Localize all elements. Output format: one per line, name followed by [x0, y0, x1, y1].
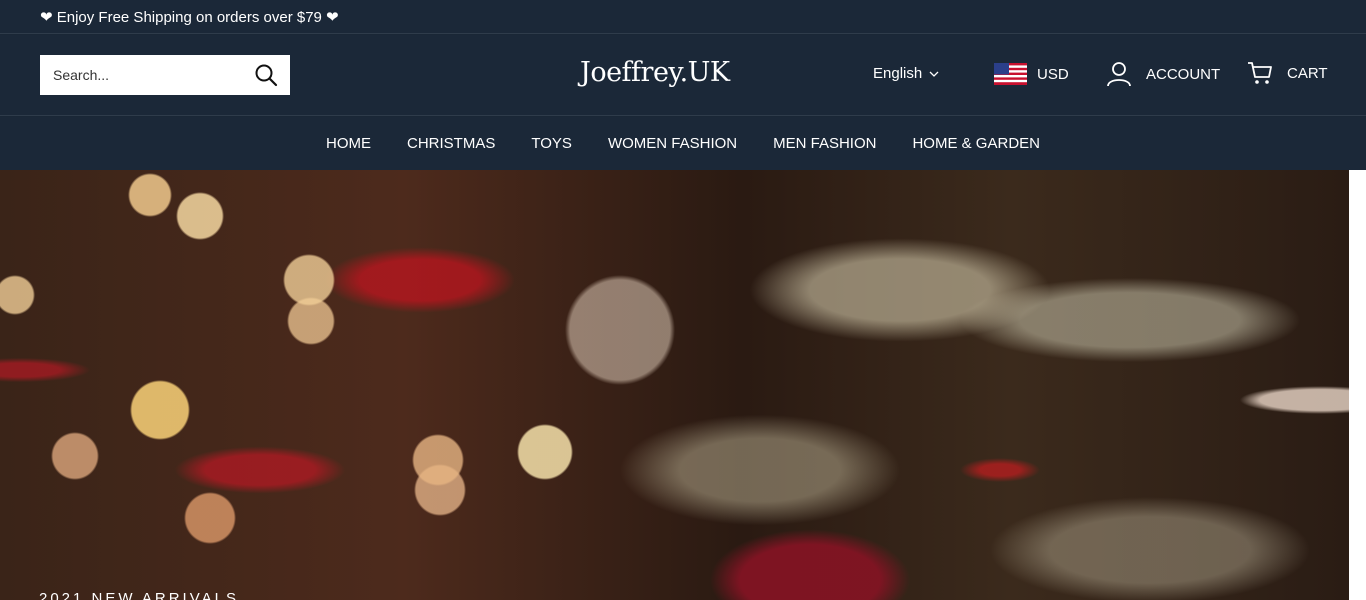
- account-label: ACCOUNT: [1146, 65, 1221, 83]
- main-nav: HOME CHRISTMAS TOYS WOMEN FASHION MEN FA…: [0, 117, 1366, 170]
- currency-label: USD: [1037, 65, 1069, 83]
- search-icon: [255, 64, 278, 87]
- announcement-bar: ❤ Enjoy Free Shipping on orders over $79…: [0, 0, 1366, 34]
- user-icon: [1107, 62, 1131, 87]
- cart-link[interactable]: CART: [1247, 61, 1328, 85]
- language-label: English: [873, 65, 923, 82]
- cart-label: CART: [1287, 64, 1328, 82]
- nav-item-home[interactable]: HOME: [308, 135, 389, 152]
- search-button[interactable]: [254, 63, 278, 87]
- nav-item-women-fashion[interactable]: WOMEN FASHION: [590, 135, 755, 152]
- search-form: [40, 55, 290, 95]
- us-flag-icon: [994, 63, 1027, 85]
- announcement-text: ❤ Enjoy Free Shipping on orders over $79…: [40, 9, 339, 26]
- nav-item-men-fashion[interactable]: MEN FASHION: [755, 135, 894, 152]
- hero-banner[interactable]: 2021 NEW ARRIVALS: [0, 170, 1349, 600]
- nav-item-christmas[interactable]: CHRISTMAS: [389, 135, 513, 152]
- search-input[interactable]: [53, 56, 253, 94]
- currency-selector[interactable]: USD: [994, 63, 1069, 85]
- cart-icon: [1248, 62, 1272, 84]
- site-header: Joeffrey.UK English USD ACCOUNT: [0, 35, 1366, 116]
- nav-item-home-garden[interactable]: HOME & GARDEN: [894, 135, 1058, 152]
- nav-item-toys[interactable]: TOYS: [513, 135, 590, 152]
- site-logo[interactable]: Joeffrey.UK: [580, 57, 740, 88]
- language-selector[interactable]: English: [873, 65, 939, 82]
- account-link[interactable]: ACCOUNT: [1106, 61, 1220, 87]
- page-scrollbar[interactable]: [1349, 170, 1366, 600]
- chevron-down-icon: [929, 71, 939, 77]
- hero-subtitle: 2021 NEW ARRIVALS: [39, 590, 239, 600]
